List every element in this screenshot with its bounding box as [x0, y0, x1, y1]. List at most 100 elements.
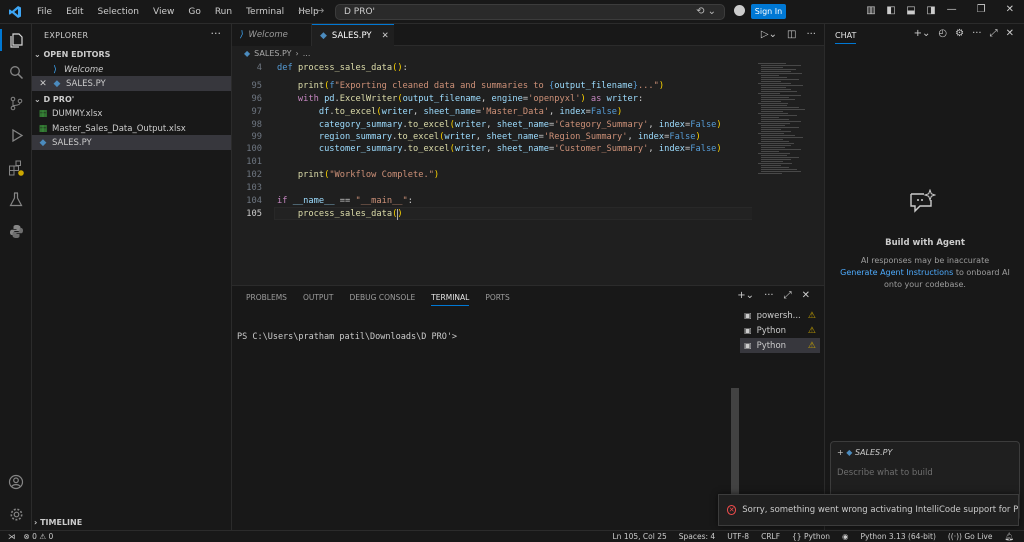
breadcrumb-file[interactable]: SALES.PY [254, 49, 291, 58]
account-icon[interactable] [734, 5, 745, 16]
menu-terminal[interactable]: Terminal [239, 7, 291, 17]
warning-icon: ⚠ [807, 310, 816, 321]
code-editor[interactable]: 4 95 96 97 98 99 100 101 102 103 104 105… [232, 60, 754, 285]
toggle-secondary-sidebar-icon[interactable]: ◨ [925, 4, 937, 16]
more-actions-icon[interactable]: ··· [211, 27, 222, 40]
encoding[interactable]: UTF-8 [727, 532, 749, 541]
menu-selection[interactable]: Selection [91, 7, 146, 17]
testing-flask-icon[interactable] [5, 188, 27, 210]
file-dummy[interactable]: ▦ DUMMY.xlsx [32, 106, 231, 121]
minimap[interactable] [752, 60, 824, 285]
menu-run[interactable]: Run [208, 7, 239, 17]
run-debug-icon[interactable] [5, 124, 27, 146]
context-file-chip[interactable]: + ◆ SALES.PY [837, 448, 892, 457]
cursor-position[interactable]: Ln 105, Col 25 [613, 532, 667, 541]
more-actions-icon[interactable]: ··· [764, 290, 774, 301]
minimap-line [758, 73, 802, 74]
menu-file[interactable]: File [30, 7, 59, 17]
tab-ports[interactable]: PORTS [485, 293, 509, 306]
tab-sales-py[interactable]: ◆ SALES.PY ✕ [312, 24, 394, 46]
terminal-list: ▣ powersh... ⚠ ▣ Python ⚠ ▣ Python ⚠ [740, 308, 820, 353]
tab-output[interactable]: OUTPUT [303, 293, 334, 306]
python-interpreter[interactable]: Python 3.13 (64-bit) [861, 532, 936, 541]
customize-layout-icon[interactable]: ▥ [865, 4, 877, 16]
terminal-scrollbar[interactable] [731, 388, 739, 500]
account-icon[interactable] [5, 471, 27, 493]
minimap-line [761, 157, 799, 158]
open-editors-header[interactable]: ⌄ OPEN EDITORS [34, 50, 110, 59]
extensions-icon[interactable] [5, 157, 27, 179]
chat-title[interactable]: CHAT [835, 31, 857, 44]
minimap-line [761, 155, 787, 156]
history-icon[interactable]: ◴ [938, 28, 947, 39]
split-editor-icon[interactable]: ◫ [787, 29, 796, 40]
terminal-item[interactable]: ▣ Python ⚠ [740, 323, 820, 338]
back-arrow-icon[interactable]: ← [298, 4, 307, 17]
error-notification[interactable]: ✕ Sorry, something went wrong activating… [718, 494, 1019, 526]
copilot-icon[interactable]: ◉ [842, 532, 849, 541]
tab-welcome[interactable]: ⟩ Welcome [232, 24, 312, 46]
gear-icon[interactable] [5, 503, 27, 525]
file-master-sales[interactable]: ▦ Master_Sales_Data_Output.xlsx [32, 121, 231, 136]
minimap-line [758, 173, 782, 174]
warning-count: 0 [48, 532, 54, 541]
timeline-header[interactable]: › TIMELINE [34, 518, 82, 527]
terminal-item[interactable]: ▣ Python ⚠ [740, 338, 820, 353]
window-controls: — ❐ ✕ [947, 4, 1014, 15]
more-actions-icon[interactable]: ··· [806, 29, 816, 40]
indentation[interactable]: Spaces: 4 [679, 532, 715, 541]
breadcrumb-more[interactable]: ... [303, 49, 311, 58]
minimap-line [761, 171, 801, 172]
code-line: customer_summary.to_excel(writer, sheet_… [318, 144, 722, 154]
language-mode[interactable]: {} Python [792, 532, 830, 541]
python-icon[interactable] [5, 220, 27, 242]
tab-terminal[interactable]: TERMINAL [431, 293, 470, 306]
explorer-icon[interactable] [5, 29, 27, 51]
remote-icon[interactable]: ⋊ [8, 532, 16, 541]
terminal-item[interactable]: ▣ powersh... ⚠ [740, 308, 820, 323]
toggle-panel-icon[interactable]: ⬓ [905, 4, 917, 16]
maximize-icon[interactable]: ⤢ [990, 28, 998, 39]
go-live-button[interactable]: ((·)) Go Live [948, 532, 993, 541]
menu-view[interactable]: View [146, 7, 181, 17]
file-sales-py[interactable]: ◆ SALES.PY [32, 135, 231, 150]
gear-icon[interactable]: ⚙ [955, 28, 964, 39]
forward-arrow-icon[interactable]: → [315, 4, 324, 17]
minimap-line [761, 89, 791, 90]
menu-go[interactable]: Go [181, 7, 207, 17]
tab-problems[interactable]: PROBLEMS [246, 293, 287, 306]
minimap-line [761, 127, 799, 128]
end-of-line[interactable]: CRLF [761, 532, 780, 541]
close-panel-icon[interactable]: ✕ [802, 290, 810, 301]
terminal-prompt[interactable]: PS C:\Users\pratham patil\Downloads\D PR… [237, 332, 457, 342]
maximize-panel-icon[interactable]: ⤢ [784, 290, 792, 301]
problems-status[interactable]: ⊗ 0 ⚠ 0 [24, 532, 54, 541]
folder-header[interactable]: ⌄ D PRO' [34, 95, 74, 104]
tab-debug-console[interactable]: DEBUG CONSOLE [350, 293, 416, 306]
sign-in-button[interactable]: Sign In [751, 4, 786, 19]
notifications-bell-icon[interactable]: 🔔︎ [1004, 532, 1014, 541]
close-tab-icon[interactable]: ✕ [382, 31, 389, 41]
open-editor-sales[interactable]: ✕ ◆ SALES.PY [32, 76, 231, 91]
toggle-sidebar-icon[interactable]: ◧ [885, 4, 897, 16]
close-icon[interactable]: ✕ [1006, 28, 1014, 39]
run-file-icon[interactable]: ▷⌄ [761, 29, 777, 40]
new-chat-icon[interactable]: +⌄ [914, 28, 931, 39]
new-terminal-icon[interactable]: +⌄ [737, 290, 754, 301]
more-actions-icon[interactable]: ··· [972, 28, 982, 39]
minimize-icon[interactable]: — [947, 4, 957, 15]
source-control-icon[interactable] [5, 92, 27, 114]
search-icon[interactable] [5, 61, 27, 83]
minimap-line [761, 117, 779, 118]
minimap-line [761, 87, 786, 88]
line-number: 4 [256, 63, 262, 73]
close-icon[interactable]: ✕ [38, 79, 48, 89]
close-window-icon[interactable]: ✕ [1006, 4, 1014, 15]
menu-edit[interactable]: Edit [59, 7, 90, 17]
copilot-chevron-icon[interactable]: ⟲ ⌄ [696, 6, 716, 17]
command-center-search[interactable]: D PRO' ⟲ ⌄ [335, 4, 725, 20]
generate-instructions-link[interactable]: Generate Agent Instructions [840, 268, 953, 277]
line-number: 99 [251, 132, 262, 142]
restore-icon[interactable]: ❐ [977, 4, 986, 15]
open-editor-welcome[interactable]: ⟩ Welcome [32, 62, 231, 77]
